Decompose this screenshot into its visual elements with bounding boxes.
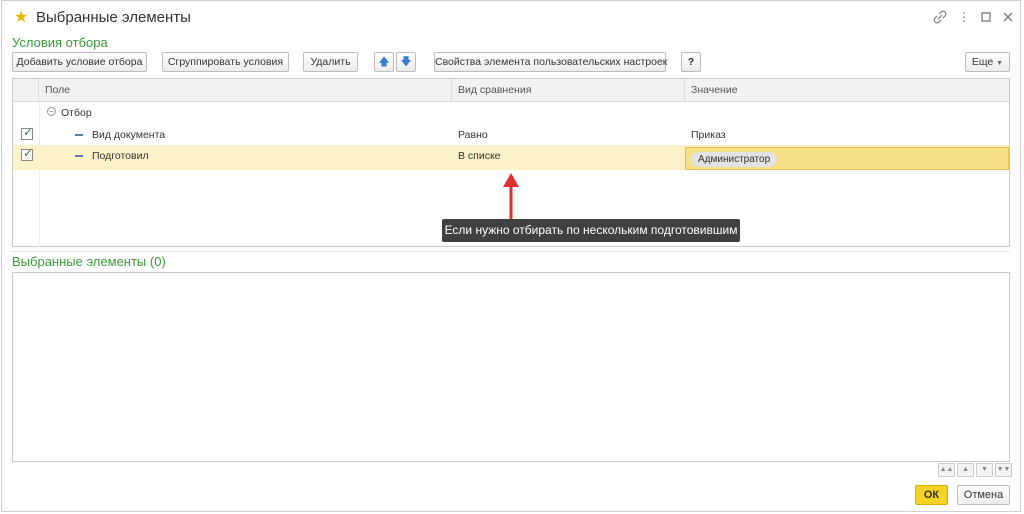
table-header: Поле Вид сравнения Значение (13, 79, 1009, 102)
comparison-cell[interactable]: Равно (458, 124, 488, 146)
move-up-list-button[interactable]: ▲ (957, 463, 974, 477)
column-header-comparison[interactable]: Вид сравнения (452, 79, 685, 101)
column-header-field[interactable]: Поле (39, 79, 452, 101)
title-bar: ★ Выбранные элементы ⋮ (2, 1, 1020, 35)
value-token[interactable]: Администратор (691, 152, 778, 167)
field-item-icon (75, 134, 83, 136)
table-row-selected[interactable]: ✓ Подготовил В списке Администратор (13, 145, 1009, 170)
tree-group-row[interactable]: − Отбор (13, 102, 1009, 124)
cancel-button[interactable]: Отмена (957, 485, 1010, 505)
column-header-value[interactable]: Значение (685, 79, 1010, 101)
selected-section-title: Выбранные элементы (0) (12, 254, 166, 269)
collapse-icon[interactable]: − (47, 107, 56, 116)
move-down-list-button[interactable]: ▼ (976, 463, 993, 477)
arrow-down-icon: 🡇 (400, 56, 412, 68)
checkmark-icon: ✓ (23, 125, 34, 139)
move-to-top-button[interactable]: ▲▲ (938, 463, 955, 477)
close-icon[interactable] (1001, 10, 1015, 24)
arrow-up-icon: 🡅 (378, 56, 390, 68)
group-conditions-button[interactable]: Сгруппировать условия (162, 52, 289, 72)
annotation-tooltip: Если нужно отбирать по нескольким подгот… (442, 219, 740, 242)
star-icon[interactable]: ★ (14, 10, 28, 26)
row-checkbox[interactable]: ✓ (21, 125, 34, 140)
element-properties-button[interactable]: Свойства элемента пользовательских настр… (434, 52, 667, 72)
header-check-column (13, 79, 39, 101)
group-label: Отбор (61, 107, 92, 119)
field-cell: Вид документа (92, 129, 166, 141)
field-cell: Подготовил (92, 150, 149, 162)
chevron-down-icon: ▼ (996, 60, 1004, 67)
more-button[interactable]: Еще ▼ (965, 52, 1010, 72)
value-cell[interactable]: Приказ (691, 124, 726, 146)
help-button[interactable]: ? (681, 52, 701, 72)
add-condition-button[interactable]: Добавить условие отбора (12, 52, 147, 72)
link-icon[interactable] (933, 10, 947, 24)
comparison-cell[interactable]: В списке (458, 145, 501, 167)
selected-items-list[interactable] (12, 272, 1010, 462)
maximize-icon[interactable] (979, 10, 993, 24)
checkmark-icon: ✓ (23, 146, 34, 160)
field-item-icon (75, 155, 83, 157)
window-title: Выбранные элементы (36, 9, 191, 26)
annotation-arrow (503, 173, 519, 221)
value-input-active[interactable]: Администратор (685, 147, 1009, 170)
more-button-label: Еще (971, 56, 994, 68)
row-checkbox[interactable]: ✓ (21, 146, 34, 161)
delete-button[interactable]: Удалить (303, 52, 358, 72)
move-to-bottom-button[interactable]: ▼▼ (995, 463, 1012, 477)
ok-button[interactable]: ОК (915, 485, 948, 505)
move-down-button[interactable]: 🡇 (396, 52, 416, 72)
table-row[interactable]: ✓ Вид документа Равно Приказ (13, 124, 1009, 146)
filter-section-title: Условия отбора (12, 35, 108, 50)
more-icon[interactable]: ⋮ (957, 10, 971, 24)
dialog-window: ★ Выбранные элементы ⋮ Условия отбора До… (1, 0, 1021, 512)
divider (12, 251, 1010, 252)
move-up-button[interactable]: 🡅 (374, 52, 394, 72)
